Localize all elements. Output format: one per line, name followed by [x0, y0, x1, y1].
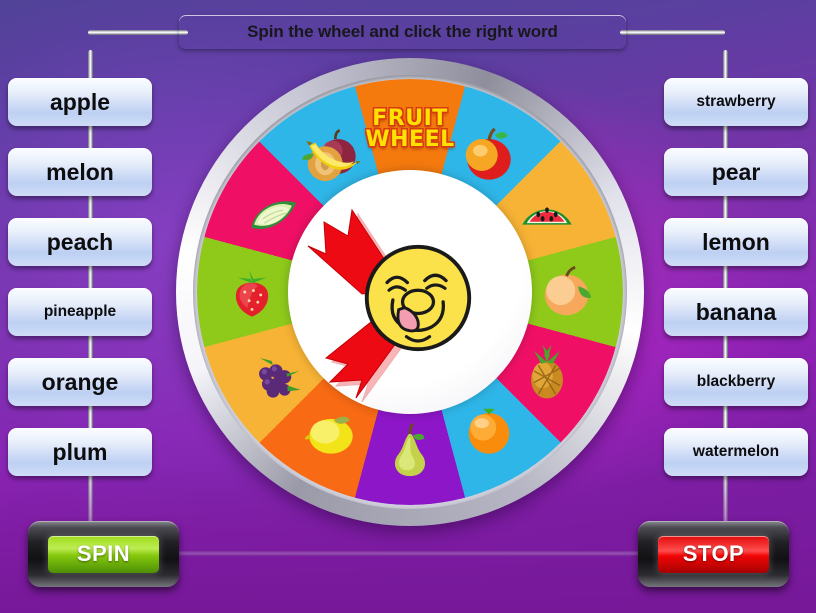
word-button-pear[interactable]: pear	[664, 148, 808, 196]
word-button-watermelon[interactable]: watermelon	[664, 428, 808, 476]
rail-bottom	[150, 551, 670, 556]
word-button-label: pineapple	[43, 303, 117, 321]
word-column-left: apple melon peach pineapple orange plum	[8, 78, 168, 498]
word-button-label: banana	[695, 298, 777, 325]
word-button-label: pear	[711, 158, 761, 185]
spin-button-label: SPIN	[76, 541, 131, 566]
word-button-blackberry[interactable]: blackberry	[664, 358, 808, 406]
spin-button[interactable]: SPIN	[28, 521, 179, 587]
stop-button-label: STOP	[682, 541, 745, 566]
word-button-label: peach	[46, 228, 114, 255]
stop-button[interactable]: STOP	[638, 521, 789, 587]
word-button-pineapple[interactable]: pineapple	[8, 288, 152, 336]
rail-top-left	[88, 30, 188, 35]
instruction-banner: Spin the wheel and click the right word	[179, 15, 626, 49]
word-button-banana[interactable]: banana	[664, 288, 808, 336]
word-button-label: apple	[49, 88, 111, 115]
rail-top-right	[620, 30, 725, 35]
word-button-label: lemon	[702, 228, 770, 255]
smiley-face-icon	[364, 244, 472, 352]
word-button-strawberry[interactable]: strawberry	[664, 78, 808, 126]
stop-button-face: STOP	[658, 535, 769, 573]
spin-button-face: SPIN	[48, 535, 159, 573]
word-button-label: melon	[46, 158, 114, 185]
word-button-apple[interactable]: apple	[8, 78, 152, 126]
word-button-orange[interactable]: orange	[8, 358, 152, 406]
word-button-lemon[interactable]: lemon	[664, 218, 808, 266]
fruit-wheel[interactable]: FRUIT WHEEL	[176, 58, 644, 526]
instruction-text: Spin the wheel and click the right word	[247, 22, 558, 41]
word-button-melon[interactable]: melon	[8, 148, 152, 196]
word-button-label: plum	[52, 438, 108, 465]
word-button-label: blackberry	[696, 373, 776, 391]
word-button-plum[interactable]: plum	[8, 428, 152, 476]
word-column-right: strawberry pear lemon banana blackberry water…	[652, 78, 812, 498]
word-button-label: orange	[41, 368, 119, 395]
word-button-peach[interactable]: peach	[8, 218, 152, 266]
word-button-label: watermelon	[692, 443, 780, 461]
game-stage: Spin the wheel and click the right word …	[0, 0, 816, 613]
word-button-label: strawberry	[696, 93, 776, 111]
